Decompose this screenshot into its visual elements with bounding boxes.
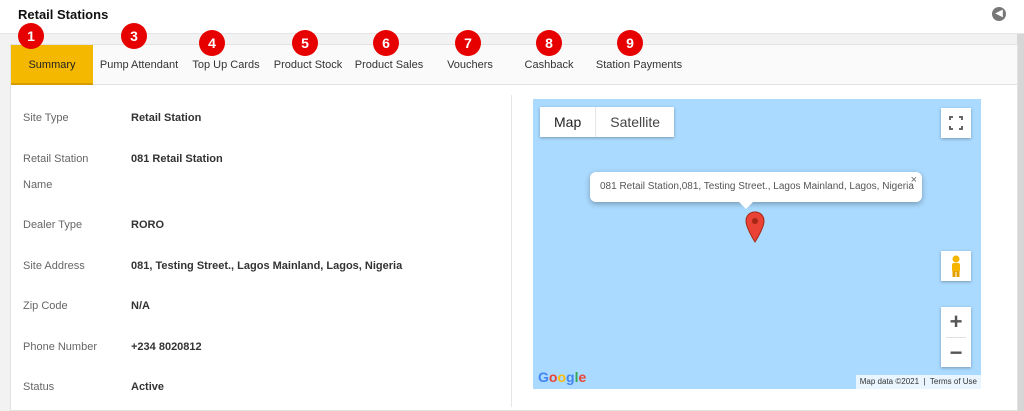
tab-bar: Summary Pump Attendant Top Up Cards Prod… bbox=[11, 45, 1017, 85]
detail-label-site-type: Site Type bbox=[23, 112, 69, 124]
fullscreen-icon bbox=[949, 116, 963, 130]
column-divider bbox=[511, 95, 512, 407]
detail-label-station-name: Retail Station bbox=[23, 153, 89, 165]
close-icon[interactable]: × bbox=[911, 165, 917, 195]
detail-value-phone-number: +234 8020812 bbox=[131, 341, 202, 353]
detail-value-station-name: 081 Retail Station bbox=[131, 153, 223, 165]
detail-value-site-type: Retail Station bbox=[131, 112, 202, 124]
page-scrollbar[interactable] bbox=[1017, 34, 1024, 411]
detail-value-zip-code: N/A bbox=[131, 300, 150, 312]
map-type-control: Map Satellite bbox=[540, 107, 675, 137]
info-window-tail bbox=[738, 201, 754, 209]
tab-badge-product-sales: 6 bbox=[373, 30, 399, 56]
map-type-map-button[interactable]: Map bbox=[540, 107, 595, 137]
marker-info-window: 081 Retail Station,081, Testing Street.,… bbox=[590, 172, 922, 209]
detail-value-site-address: 081, Testing Street., Lagos Mainland, La… bbox=[131, 260, 403, 272]
detail-label-site-address: Site Address bbox=[23, 260, 85, 272]
google-logo: Google bbox=[538, 369, 587, 385]
detail-label-zip-code: Zip Code bbox=[23, 300, 68, 312]
pegman-icon bbox=[952, 255, 960, 277]
station-map[interactable]: Map Satellite 081 Retail Station,081, Te… bbox=[533, 99, 981, 389]
header-bar: Retail Stations ◀ bbox=[0, 0, 1024, 34]
info-window-text: 081 Retail Station,081, Testing Street.,… bbox=[600, 181, 914, 192]
detail-label-phone-number: Phone Number bbox=[23, 341, 97, 353]
tab-badge-summary: 1 bbox=[18, 23, 44, 49]
map-type-satellite-button[interactable]: Satellite bbox=[595, 107, 674, 137]
tab-pump-attendant[interactable]: Pump Attendant bbox=[95, 45, 183, 85]
retail-stations-page: Retail Stations ◀ 1 3 4 5 6 7 8 9 Summar… bbox=[0, 0, 1024, 411]
detail-label-station-name-line2: Name bbox=[23, 179, 53, 191]
map-data-credit: Map data ©2021 bbox=[859, 377, 920, 386]
back-arrow-icon[interactable]: ◀ bbox=[992, 7, 1006, 21]
terms-of-use-link[interactable]: Terms of Use bbox=[930, 377, 977, 386]
page-title: Retail Stations bbox=[18, 7, 109, 22]
zoom-in-button[interactable]: + bbox=[941, 307, 971, 337]
tab-badge-top-up-cards: 4 bbox=[199, 30, 225, 56]
detail-value-dealer-type: RORO bbox=[131, 219, 164, 231]
street-view-pegman-button[interactable] bbox=[941, 251, 971, 281]
detail-label-status: Status bbox=[23, 381, 55, 393]
tab-badge-station-payments: 9 bbox=[617, 30, 643, 56]
tab-badge-vouchers: 7 bbox=[455, 30, 481, 56]
station-card: Summary Pump Attendant Top Up Cards Prod… bbox=[10, 44, 1018, 411]
tab-badge-pump-attendant: 3 bbox=[121, 23, 147, 49]
zoom-out-button[interactable]: − bbox=[941, 338, 971, 368]
detail-label-dealer-type: Dealer Type bbox=[23, 219, 83, 231]
tab-summary[interactable]: Summary bbox=[11, 45, 93, 85]
tab-badge-cashback: 8 bbox=[536, 30, 562, 56]
fullscreen-button[interactable] bbox=[941, 108, 971, 138]
detail-value-status: Active bbox=[131, 381, 165, 393]
tab-badge-product-stock: 5 bbox=[292, 30, 318, 56]
map-marker-icon[interactable] bbox=[745, 211, 765, 243]
zoom-control: + − bbox=[941, 307, 971, 367]
tab-top-up-cards[interactable]: Top Up Cards bbox=[185, 45, 267, 85]
map-footer: Map data ©2021 | Terms of Use bbox=[855, 375, 981, 389]
